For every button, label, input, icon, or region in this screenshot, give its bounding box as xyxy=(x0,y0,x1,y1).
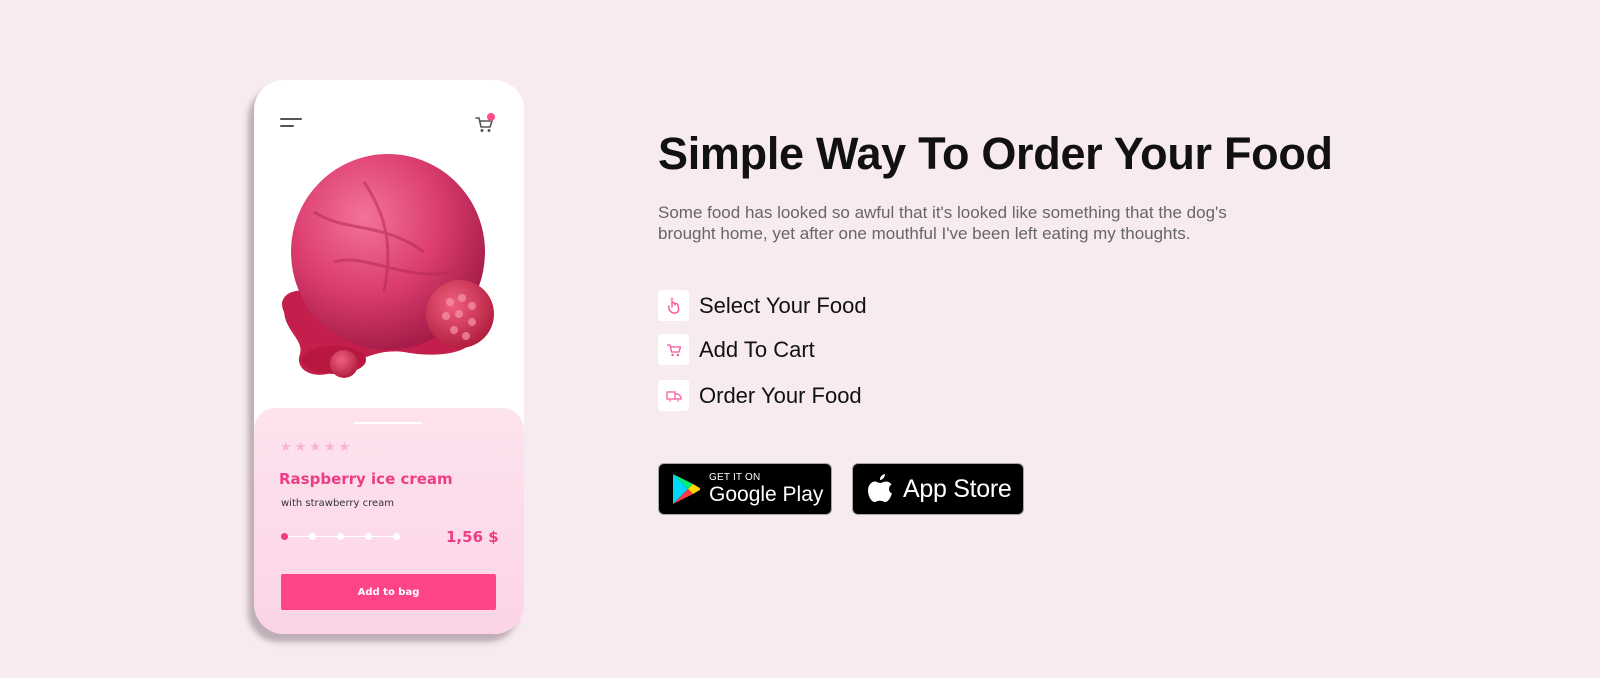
star-icon[interactable]: ★ xyxy=(280,440,292,454)
step-label: Add To Cart xyxy=(699,336,815,362)
delivery-icon xyxy=(658,380,689,411)
star-icon[interactable]: ★ xyxy=(324,440,336,454)
size-option[interactable] xyxy=(337,533,344,540)
menu-icon[interactable] xyxy=(280,116,304,132)
cart-icon xyxy=(658,334,689,365)
apple-icon xyxy=(868,474,892,502)
cart-badge xyxy=(487,113,495,121)
size-option[interactable] xyxy=(281,533,288,540)
product-name: Raspberry ice cream xyxy=(279,470,453,488)
step-label: Order Your Food xyxy=(699,382,862,408)
hand-tap-icon xyxy=(658,290,689,321)
product-subtitle: with strawberry cream xyxy=(281,498,394,509)
size-option[interactable] xyxy=(365,533,372,540)
page-title: Simple Way To Order Your Food xyxy=(658,128,1333,179)
size-option[interactable] xyxy=(393,533,400,540)
ice-cream-image xyxy=(282,154,494,378)
step-add-to-cart: Add To Cart xyxy=(658,334,815,365)
add-to-bag-button[interactable]: Add to bag xyxy=(281,574,496,610)
google-play-label: Google Play xyxy=(709,482,824,506)
size-option[interactable] xyxy=(309,533,316,540)
step-label: Select Your Food xyxy=(699,292,867,318)
size-slider[interactable] xyxy=(281,532,401,542)
star-icon[interactable]: ★ xyxy=(309,440,321,454)
star-icon[interactable]: ★ xyxy=(295,440,307,454)
star-rating[interactable]: ★ ★ ★ ★ ★ xyxy=(280,440,350,454)
google-play-button[interactable]: GET IT ON Google Play xyxy=(658,463,832,515)
step-order-food: Order Your Food xyxy=(658,380,862,411)
google-play-icon xyxy=(673,474,701,504)
page-description: Some food has looked so awful that it's … xyxy=(658,203,1227,243)
app-store-button[interactable]: App Store xyxy=(852,463,1024,515)
card-drag-handle[interactable] xyxy=(354,422,422,424)
google-play-small-label: GET IT ON xyxy=(709,471,761,483)
step-select-food: Select Your Food xyxy=(658,290,867,321)
star-icon[interactable]: ★ xyxy=(339,440,351,454)
product-price: 1,56 $ xyxy=(446,528,499,546)
phone-mockup: ★ ★ ★ ★ ★ Raspberry ice cream with straw… xyxy=(254,80,524,634)
cart-icon[interactable] xyxy=(474,113,496,134)
product-info-card: ★ ★ ★ ★ ★ Raspberry ice cream with straw… xyxy=(254,408,524,634)
app-store-label: App Store xyxy=(903,474,1012,503)
